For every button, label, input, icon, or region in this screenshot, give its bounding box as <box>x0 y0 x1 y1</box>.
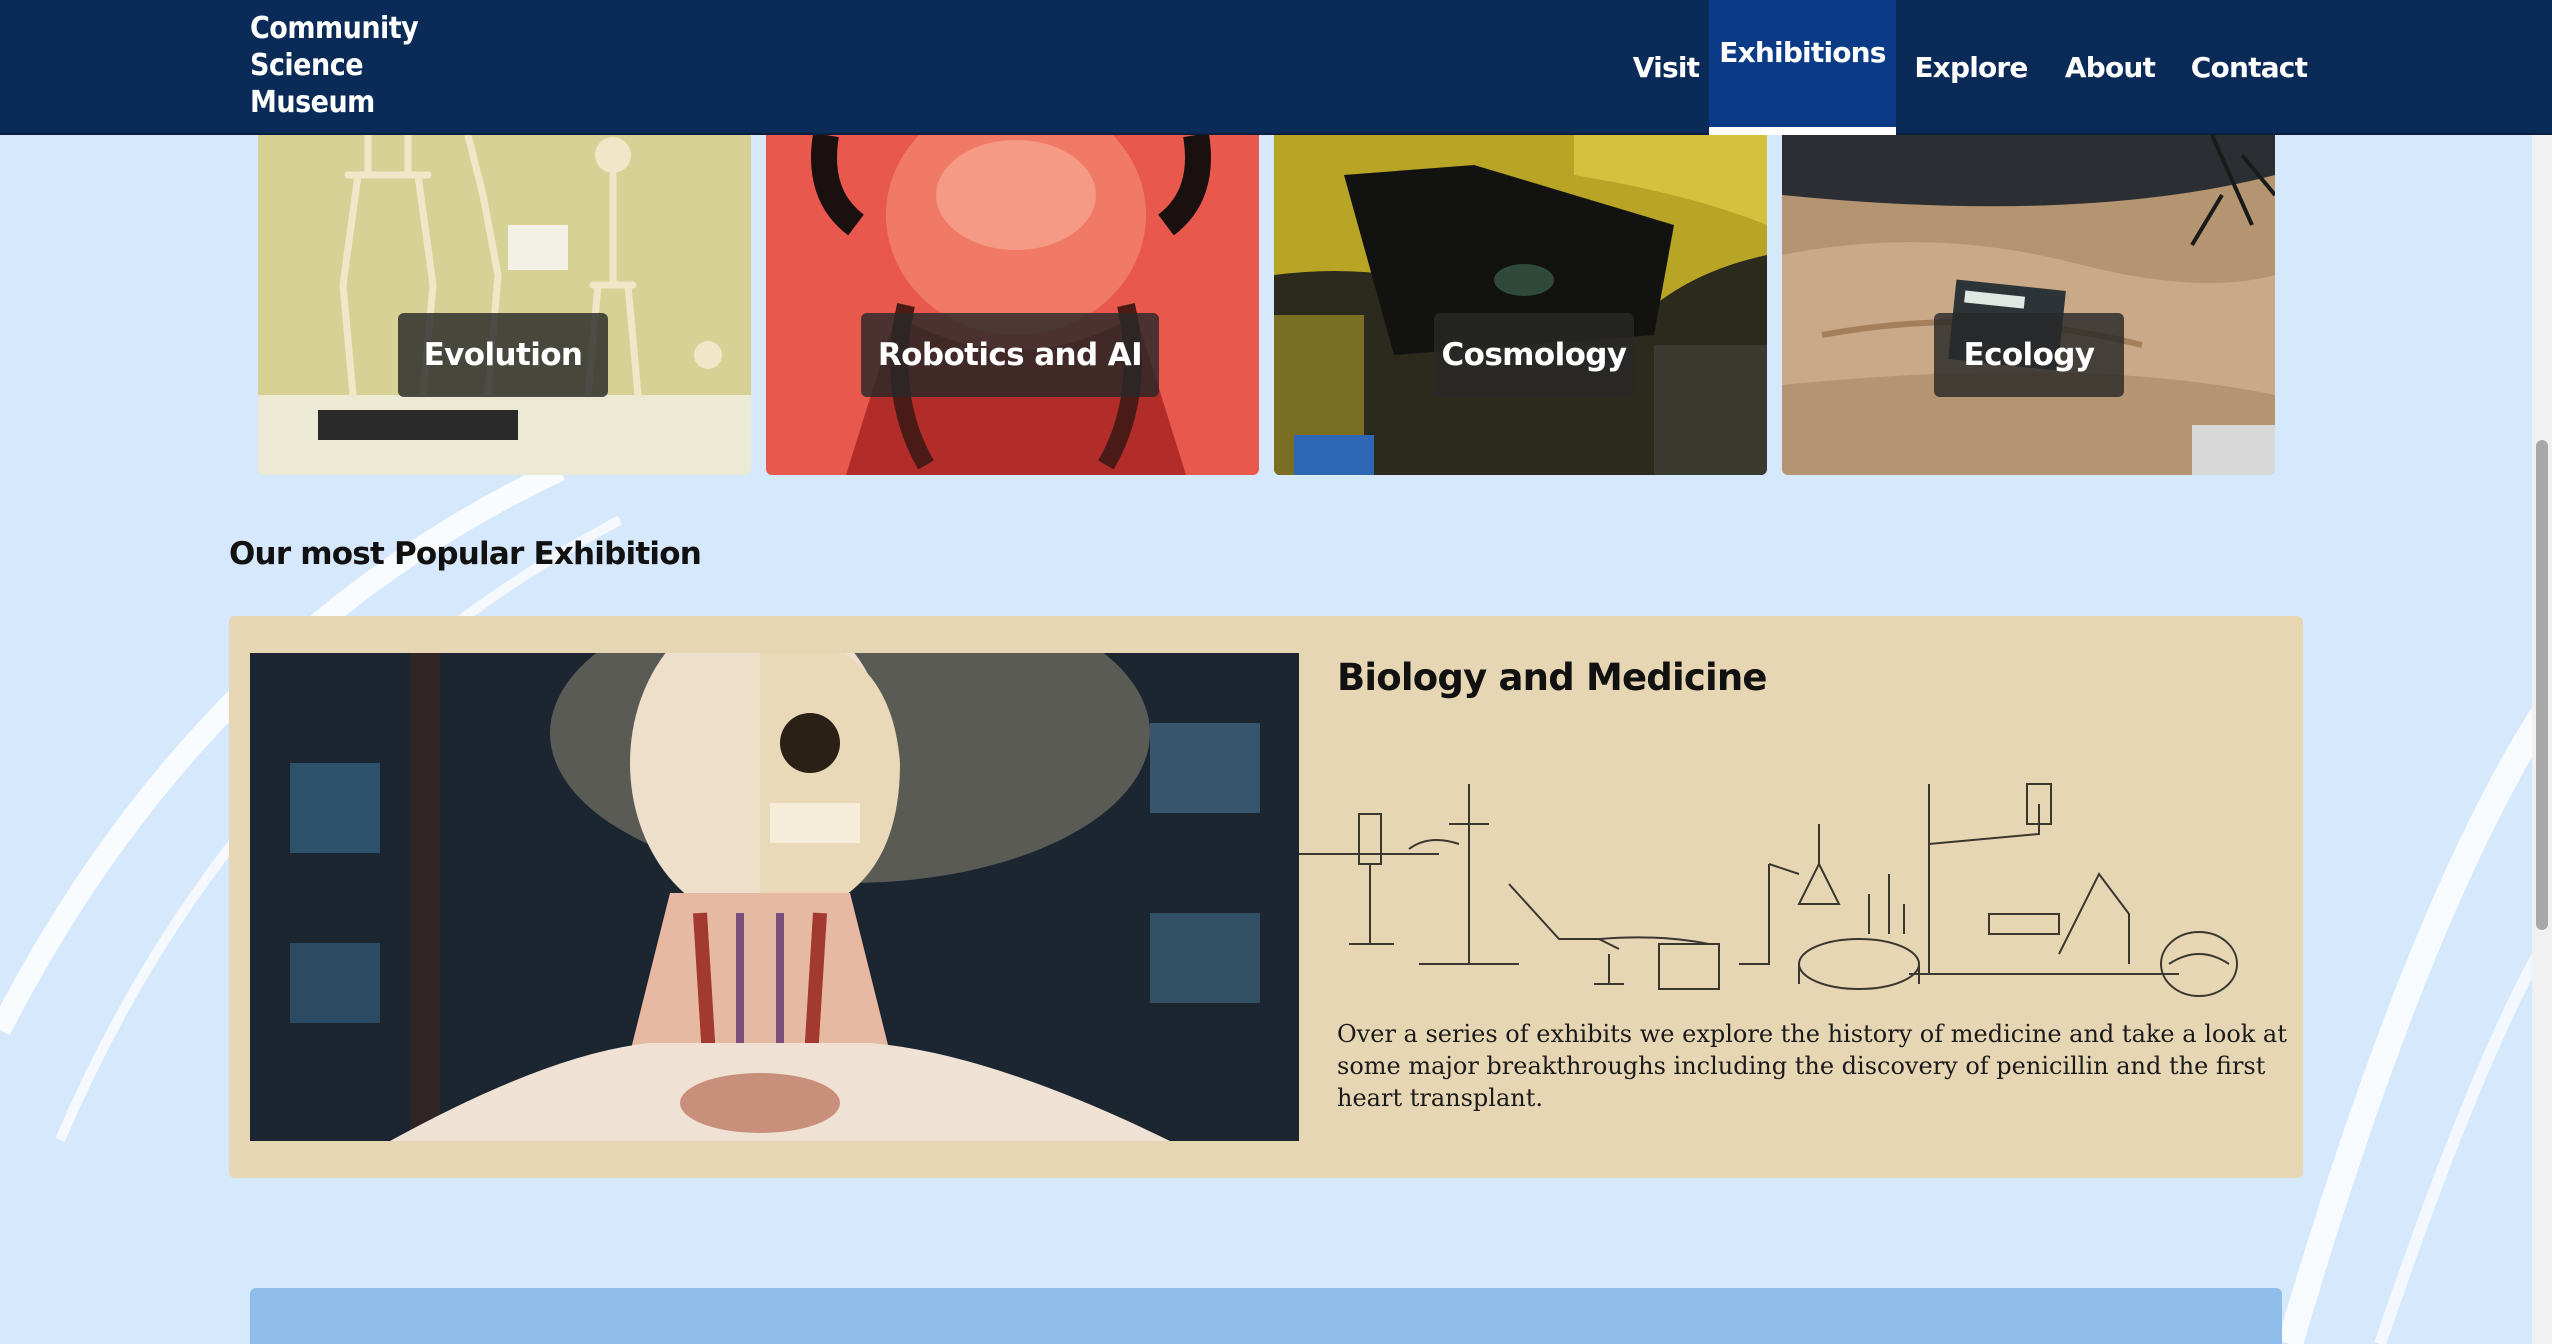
scrollbar-thumb[interactable] <box>2536 440 2548 930</box>
nav-explore[interactable]: Explore <box>1896 0 2046 135</box>
next-section-panel <box>250 1288 2282 1344</box>
site-logo[interactable]: Community Science Museum <box>250 10 419 121</box>
vr-headset-image <box>766 135 1259 475</box>
anatomical-head-image <box>250 653 1299 1141</box>
featured-exhibition-title: Biology and Medicine <box>1337 656 1768 699</box>
page-scrollbar[interactable] <box>2532 0 2552 1344</box>
tile-label-cosmology: Cosmology <box>1434 313 1634 397</box>
tile-ecology[interactable]: Ecology <box>1782 135 2275 475</box>
skeletons-image <box>258 135 751 475</box>
logo-line-3: Museum <box>250 85 375 120</box>
logo-line-2: Science <box>250 48 364 83</box>
featured-exhibition-description: Over a series of exhibits we explore the… <box>1337 1020 2287 1112</box>
astronaut-suit-image <box>1274 135 1767 475</box>
nav-visit[interactable]: Visit <box>1614 0 1718 135</box>
tile-evolution[interactable]: Evolution <box>258 135 751 475</box>
lab-apparatus-illustration <box>1299 783 2238 997</box>
nav-contact[interactable]: Contact <box>2174 0 2324 135</box>
tile-label-evolution: Evolution <box>398 313 608 397</box>
tile-label-ecology: Ecology <box>1934 313 2124 397</box>
nav-about[interactable]: About <box>2046 0 2174 135</box>
site-header: Community Science Museum Visit Exhibitio… <box>0 0 2552 135</box>
sand-terrain-image <box>1782 135 2275 475</box>
exhibition-tiles: Evolution Robotics and AI Cosmology Ecol… <box>258 135 2276 475</box>
tile-label-robotics-ai: Robotics and AI <box>861 313 1159 397</box>
tile-robotics-ai[interactable]: Robotics and AI <box>766 135 1259 475</box>
nav-exhibitions[interactable]: Exhibitions <box>1709 0 1896 135</box>
popular-section-heading: Our most Popular Exhibition <box>229 536 702 572</box>
logo-line-1: Community <box>250 11 419 46</box>
featured-exhibition-card[interactable]: Biology and Medicine Over a series of ex… <box>229 616 2303 1178</box>
tile-cosmology[interactable]: Cosmology <box>1274 135 1767 475</box>
